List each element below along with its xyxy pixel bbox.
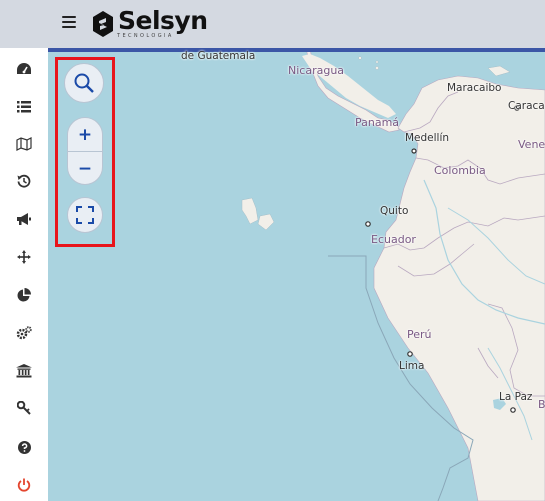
fullscreen-button[interactable] [67, 197, 103, 233]
top-bar: Selsyn TECNOLOGIA [0, 0, 545, 48]
map-label-caracas: Caracas [508, 100, 545, 112]
help-icon [17, 440, 31, 454]
map-label-nicaragua: Nicaragua [288, 64, 345, 77]
map-icon [16, 137, 32, 151]
sidebar-item-reports[interactable] [0, 280, 48, 310]
pie-chart-icon [17, 288, 31, 302]
sidebar [0, 48, 48, 501]
bank-icon [16, 364, 32, 378]
map-label-venezuela: Venez [518, 138, 545, 151]
map-label-peru: Perú [407, 328, 432, 341]
sidebar-item-institution[interactable] [0, 356, 48, 386]
sidebar-item-logout[interactable] [0, 470, 48, 500]
sidebar-item-tracking[interactable] [0, 242, 48, 272]
fullscreen-icon [76, 206, 94, 224]
list-icon [17, 101, 31, 113]
selsyn-logo-icon [93, 11, 113, 37]
zoom-control-group: + − [67, 117, 103, 185]
menu-hamburger-icon[interactable] [62, 16, 76, 28]
map-label-ecuador: Ecuador [371, 233, 416, 246]
sidebar-item-history[interactable] [0, 166, 48, 196]
sidebar-item-access[interactable] [0, 393, 48, 423]
sidebar-item-settings[interactable] [0, 318, 48, 348]
key-icon [17, 401, 31, 415]
map-label-guatemala: de Guatemala [181, 50, 256, 62]
map-header-stripe [48, 48, 545, 52]
sidebar-item-map[interactable] [0, 129, 48, 159]
map-view[interactable]: de Guatemala Nicaragua Maracaibo Caracas… [48, 48, 545, 501]
sidebar-item-dashboard[interactable] [0, 54, 48, 84]
map-label-panama: Panamá [355, 116, 400, 129]
history-icon [17, 174, 31, 188]
map-label-lima: Lima [399, 360, 425, 372]
crosshair-icon [17, 250, 31, 264]
brand-name: Selsyn [118, 6, 208, 35]
map-label-bolivia: B [538, 398, 545, 411]
map-label-la-paz: La Paz [499, 391, 533, 403]
basemap-land [163, 48, 545, 501]
search-icon [74, 73, 94, 93]
map-label-maracaibo: Maracaibo [447, 82, 502, 94]
megaphone-icon [17, 213, 31, 225]
sidebar-item-list[interactable] [0, 92, 48, 122]
zoom-in-button[interactable]: + [68, 118, 102, 151]
power-icon [17, 478, 31, 492]
brand-subtitle: TECNOLOGIA [117, 33, 174, 39]
map-label-medellin: Medellín [405, 132, 450, 144]
sidebar-item-help[interactable] [0, 432, 48, 462]
map-label-quito: Quito [380, 205, 409, 217]
cogs-icon [16, 326, 32, 340]
dashboard-gauge-icon [17, 63, 31, 74]
sidebar-item-alerts[interactable] [0, 204, 48, 234]
map-label-colombia: Colombia [434, 164, 486, 177]
map-search-button[interactable] [64, 63, 104, 103]
zoom-out-button[interactable]: − [68, 152, 102, 184]
